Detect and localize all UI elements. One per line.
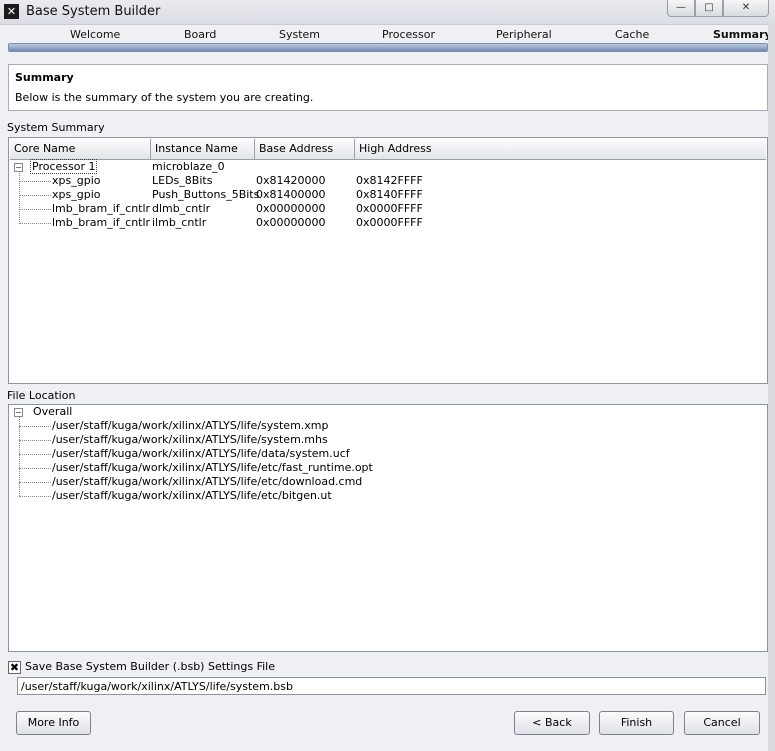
table-row[interactable]: xps_gpio LEDs_8Bits 0x81420000 0x8142FFF… xyxy=(9,174,765,188)
cell-high-address: 0x8140FFFF xyxy=(356,188,423,201)
processor-name: Processor 1 xyxy=(30,159,98,174)
step-processor: Processor xyxy=(382,28,435,41)
file-location-label: File Location xyxy=(7,389,76,402)
minimize-icon[interactable]: — xyxy=(667,0,695,17)
cell-base-address: 0x00000000 xyxy=(256,202,326,215)
title-bar: ✕ Base System Builder — □ ✕ xyxy=(0,0,775,25)
tree-connector xyxy=(19,440,51,441)
tree-connector xyxy=(19,496,51,497)
cell-instance: ilmb_cntlr xyxy=(152,216,207,229)
tree-connector xyxy=(19,468,51,469)
step-welcome: Welcome xyxy=(70,28,121,41)
table-row[interactable]: xps_gpio Push_Buttons_5Bits 0x81400000 0… xyxy=(9,188,765,202)
cell-base-address: 0x81420000 xyxy=(256,174,326,187)
page-description: Below is the summary of the system you a… xyxy=(15,91,314,104)
cell-core: xps_gpio xyxy=(52,174,101,187)
list-item[interactable]: /user/staff/kuga/work/xilinx/ATLYS/life/… xyxy=(52,419,329,433)
window-controls: — □ ✕ xyxy=(667,0,769,17)
more-info-button[interactable]: More Info xyxy=(16,711,91,735)
back-button[interactable]: < Back xyxy=(514,711,590,735)
close-icon[interactable]: ✕ xyxy=(723,0,769,17)
step-system: System xyxy=(279,28,321,41)
cell-base-address: 0x81400000 xyxy=(256,188,326,201)
window-title: Base System Builder xyxy=(26,4,161,19)
save-settings-checkbox[interactable]: ✖ xyxy=(8,661,21,674)
file-location-tree[interactable]: − Overall /user/staff/kuga/work/xilinx/A… xyxy=(8,404,768,652)
step-summary: Summary xyxy=(713,28,772,41)
tree-connector xyxy=(19,454,51,455)
system-summary-table[interactable]: Core Name Instance Name Base Address Hig… xyxy=(8,137,768,384)
save-settings-label: Save Base System Builder (.bsb) Settings… xyxy=(25,660,275,673)
tree-root-overall[interactable]: Overall xyxy=(33,405,72,419)
list-item[interactable]: /user/staff/kuga/work/xilinx/ATLYS/life/… xyxy=(52,433,328,447)
tree-connector xyxy=(19,426,51,427)
cell-instance: LEDs_8Bits xyxy=(152,174,213,187)
page-header: Summary Below is the summary of the syst… xyxy=(8,64,768,111)
finish-button[interactable]: Finish xyxy=(599,711,674,735)
list-item[interactable]: /user/staff/kuga/work/xilinx/ATLYS/life/… xyxy=(52,475,362,489)
list-item[interactable]: /user/staff/kuga/work/xilinx/ATLYS/life/… xyxy=(52,447,350,461)
wizard-steps: Welcome Board System Processor Periphera… xyxy=(8,26,772,44)
cancel-button[interactable]: Cancel xyxy=(684,711,760,735)
table-header: Core Name Instance Name Base Address Hig… xyxy=(10,139,766,160)
column-core-name[interactable]: Core Name xyxy=(10,139,151,159)
column-instance-name[interactable]: Instance Name xyxy=(151,139,255,159)
tree-connector xyxy=(19,482,51,483)
table-row[interactable]: lmb_bram_if_cntlr ilmb_cntlr 0x00000000 … xyxy=(9,216,765,230)
cell-instance: dlmb_cntlr xyxy=(152,202,211,215)
table-row[interactable]: lmb_bram_if_cntlr dlmb_cntlr 0x00000000 … xyxy=(9,202,765,216)
bsb-path-field[interactable] xyxy=(17,677,766,695)
list-item[interactable]: /user/staff/kuga/work/xilinx/ATLYS/life/… xyxy=(52,461,373,475)
step-board: Board xyxy=(184,28,217,41)
collapse-icon[interactable]: − xyxy=(14,408,23,417)
cell-core: lmb_bram_if_cntlr xyxy=(52,202,151,215)
cell-high-address: 0x8142FFFF xyxy=(356,174,423,187)
step-cache: Cache xyxy=(615,28,650,41)
window-edge xyxy=(768,24,775,751)
column-high-address[interactable]: High Address xyxy=(355,139,767,159)
cell-core: lmb_bram_if_cntlr xyxy=(52,216,151,229)
wizard-progress-bar xyxy=(8,43,768,52)
maximize-icon[interactable]: □ xyxy=(695,0,723,17)
cell-high-address: 0x0000FFFF xyxy=(356,216,423,229)
tree-connector xyxy=(19,415,20,496)
cell-instance: Push_Buttons_5Bits xyxy=(152,188,260,201)
list-item[interactable]: /user/staff/kuga/work/xilinx/ATLYS/life/… xyxy=(52,489,332,503)
column-base-address[interactable]: Base Address xyxy=(255,139,355,159)
table-row[interactable]: − Processor 1 microblaze_0 xyxy=(9,159,765,174)
step-peripheral: Peripheral xyxy=(496,28,552,41)
cell-high-address: 0x0000FFFF xyxy=(356,202,423,215)
cell-core: xps_gpio xyxy=(52,188,101,201)
app-logo-icon: ✕ xyxy=(4,4,19,19)
cell-base-address: 0x00000000 xyxy=(256,216,326,229)
collapse-icon[interactable]: − xyxy=(14,163,23,172)
system-summary-label: System Summary xyxy=(7,121,105,134)
page-title: Summary xyxy=(15,71,74,84)
processor-instance: microblaze_0 xyxy=(152,160,225,173)
